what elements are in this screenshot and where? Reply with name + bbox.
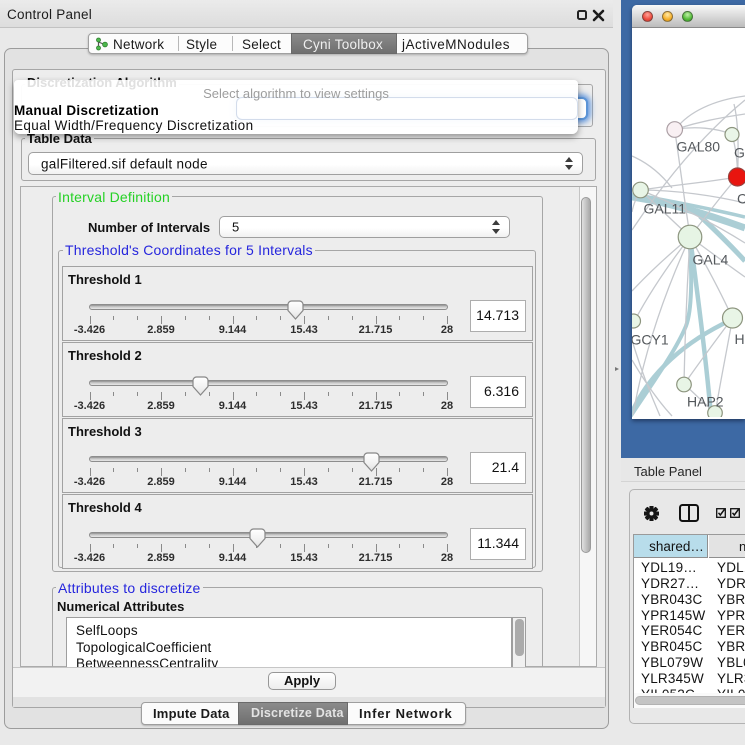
svg-text:HI: HI: [735, 331, 745, 347]
svg-text:GAL1: GAL1: [734, 145, 745, 161]
svg-text:HAP2: HAP2: [687, 394, 724, 410]
svg-text:GAL11: GAL11: [644, 201, 687, 217]
svg-text:CD: CD: [737, 191, 745, 207]
svg-text:GCY1: GCY1: [632, 332, 669, 348]
svg-text:GAL4: GAL4: [693, 252, 729, 268]
svg-text:GAL80: GAL80: [677, 139, 721, 155]
